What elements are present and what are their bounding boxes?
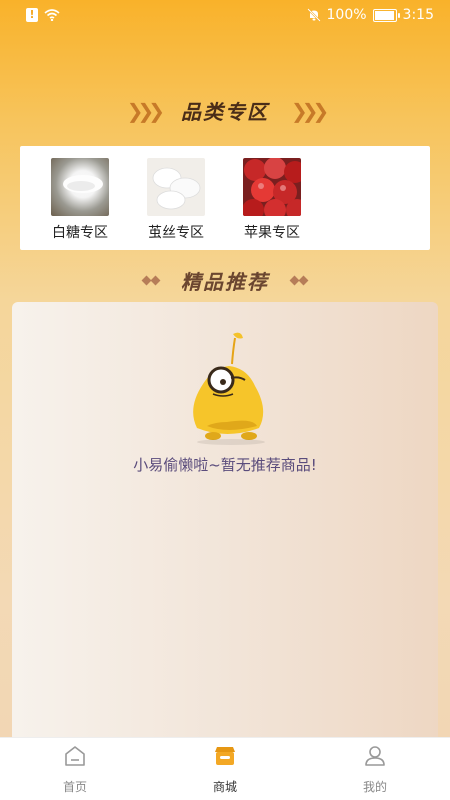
nav-item-home[interactable]: 首页 [0, 738, 150, 800]
shop-icon [215, 747, 235, 765]
recommend-panel: 小易偷懒啦~暂无推荐商品! [12, 302, 438, 742]
category-item-apple[interactable]: 苹果专区 [232, 158, 312, 242]
category-label: 茧丝专区 [148, 225, 204, 241]
alert-icon: ! [26, 8, 38, 22]
recommend-section-header: 精品推荐 [0, 266, 450, 295]
nav-item-profile[interactable]: 我的 [300, 738, 450, 800]
chevron-left-decoration: ❯❯❯ [126, 98, 165, 123]
apple-image [243, 158, 301, 216]
sugar-image [51, 158, 109, 216]
diamond-right-decoration [289, 275, 309, 286]
category-item-sugar[interactable]: 白糖专区 [40, 158, 120, 242]
status-right: 100% 3:15 [306, 7, 434, 23]
category-label: 白糖专区 [52, 225, 108, 241]
user-icon [365, 746, 385, 766]
mascot-illustration [193, 332, 265, 445]
nav-item-shop[interactable]: 商城 [150, 738, 300, 800]
diamond-left-decoration [141, 275, 161, 286]
category-section-title: 品类专区 [181, 100, 269, 124]
battery-percent: 100% [326, 7, 367, 23]
status-bar: ! 100% 3:15 [0, 0, 450, 32]
battery-icon [372, 8, 400, 22]
bottom-nav: 首页 商城 我的 [0, 737, 450, 800]
category-section-header: ❯❯❯ 品类专区 ❯❯❯ [0, 96, 450, 125]
recommend-section-title: 精品推荐 [181, 270, 269, 294]
clock: 3:15 [402, 7, 434, 23]
wifi-icon [44, 9, 60, 21]
home-icon [65, 746, 85, 766]
nav-label-home: 首页 [62, 780, 87, 794]
chevron-right-decoration: ❯❯❯ [291, 98, 329, 123]
nav-label-profile: 我的 [362, 780, 387, 794]
category-item-cocoon[interactable]: 茧丝专区 [136, 158, 216, 242]
status-left: ! [26, 8, 60, 22]
nav-label-shop: 商城 [212, 780, 237, 794]
empty-recommend-message: 小易偷懒啦~暂无推荐商品! [133, 456, 317, 474]
cocoon-image [147, 158, 205, 216]
category-card: 白糖专区 茧丝专区 苹果专区 [20, 146, 430, 250]
mute-bell-icon [306, 8, 321, 22]
category-label: 苹果专区 [244, 225, 300, 241]
